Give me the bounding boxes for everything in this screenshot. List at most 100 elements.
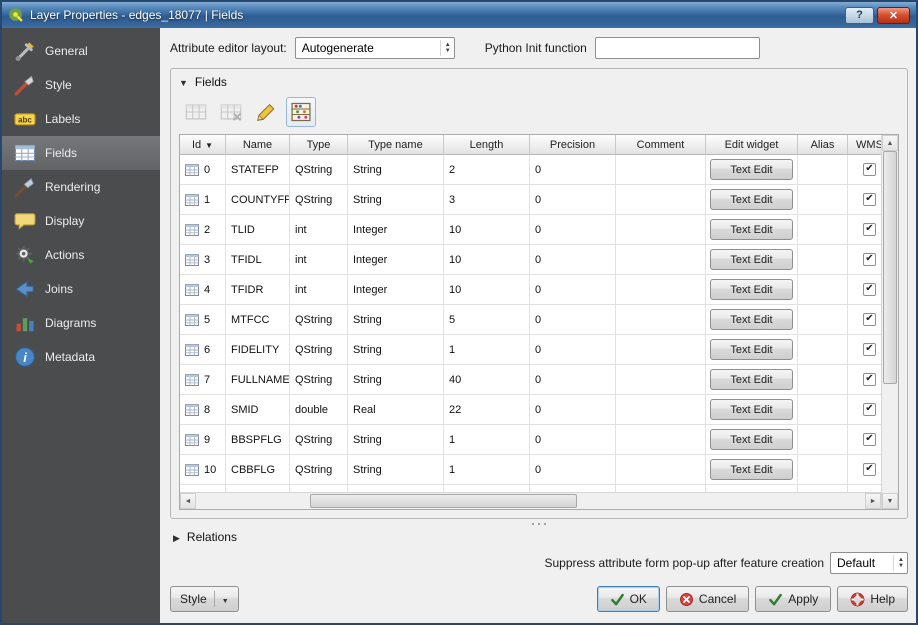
scroll-left-button[interactable]: [180, 493, 196, 509]
cancel-button[interactable]: Cancel: [666, 586, 749, 612]
sidebar-item-diagrams[interactable]: Diagrams: [2, 306, 160, 340]
vertical-scroll-thumb[interactable]: [883, 151, 897, 384]
wms-checkbox[interactable]: [863, 343, 876, 356]
sidebar-item-display[interactable]: Display: [2, 204, 160, 238]
wms-checkbox[interactable]: [863, 433, 876, 446]
help-button[interactable]: Help: [837, 586, 908, 612]
table-row-5[interactable]: 5MTFCCQStringString50Text Edit: [180, 305, 881, 335]
wms-checkbox[interactable]: [863, 283, 876, 296]
sort-descending-icon: [205, 139, 213, 151]
cell-alias: [798, 305, 848, 335]
scroll-right-button[interactable]: [865, 493, 881, 509]
cell-name: SMID: [226, 395, 290, 425]
apply-button[interactable]: Apply: [755, 586, 831, 612]
table-row-4[interactable]: 4TFIDRintInteger100Text Edit: [180, 275, 881, 305]
vertical-scroll-track[interactable]: [882, 151, 898, 493]
edit-widget-button[interactable]: Text Edit: [710, 279, 793, 300]
column-header-id[interactable]: Id: [180, 135, 226, 155]
edit-widget-button[interactable]: Text Edit: [710, 159, 793, 180]
cell-wms: [848, 305, 881, 335]
column-header-type-name[interactable]: Type name: [348, 135, 444, 155]
column-header-edit-widget[interactable]: Edit widget: [706, 135, 798, 155]
wms-checkbox[interactable]: [863, 313, 876, 326]
edit-widget-button[interactable]: Text Edit: [710, 369, 793, 390]
column-header-comment[interactable]: Comment: [616, 135, 706, 155]
cell-comment: [616, 215, 706, 245]
edit-widget-button[interactable]: Text Edit: [710, 339, 793, 360]
table-row-10[interactable]: 10CBBFLGQStringString10Text Edit: [180, 455, 881, 485]
edit-widget-button[interactable]: Text Edit: [710, 459, 793, 480]
cell-type: int: [290, 245, 348, 275]
table-row-2[interactable]: 2TLIDintInteger100Text Edit: [180, 215, 881, 245]
wms-checkbox[interactable]: [863, 463, 876, 476]
ok-button[interactable]: OK: [597, 586, 660, 612]
fields-table-body: 0STATEFPQStringString20Text Edit1COUNTYF…: [180, 155, 881, 492]
scroll-up-button[interactable]: [882, 135, 898, 151]
column-header-name[interactable]: Name: [226, 135, 290, 155]
suppress-select[interactable]: Default: [830, 552, 908, 574]
scroll-down-button[interactable]: [882, 493, 898, 509]
suppress-label: Suppress attribute form pop-up after fea…: [545, 556, 825, 570]
cell-id: 0: [180, 155, 226, 185]
sidebar-item-general[interactable]: General: [2, 34, 160, 68]
horizontal-scrollbar[interactable]: [180, 492, 881, 509]
edit-widget-button[interactable]: Text Edit: [710, 189, 793, 210]
button-separator: [214, 591, 215, 607]
sidebar-item-rendering[interactable]: Rendering: [2, 170, 160, 204]
cell-edit-widget: Text Edit: [706, 245, 798, 275]
cell-edit-widget: Text Edit: [706, 305, 798, 335]
wms-checkbox[interactable]: [863, 163, 876, 176]
sidebar-item-metadata[interactable]: iMetadata: [2, 340, 160, 374]
table-row-9[interactable]: 9BBSPFLGQStringString10Text Edit: [180, 425, 881, 455]
vertical-scrollbar[interactable]: [881, 135, 898, 509]
edit-widget-button[interactable]: Text Edit: [710, 429, 793, 450]
horizontal-scroll-track[interactable]: [196, 493, 865, 509]
cell-wms: [848, 215, 881, 245]
python-init-input[interactable]: [595, 37, 760, 59]
wms-checkbox[interactable]: [863, 403, 876, 416]
field-calculator-button[interactable]: [286, 97, 316, 127]
table-row-3[interactable]: 3TFIDLintInteger100Text Edit: [180, 245, 881, 275]
column-header-alias[interactable]: Alias: [798, 135, 848, 155]
column-header-type[interactable]: Type: [290, 135, 348, 155]
edit-widget-button[interactable]: Text Edit: [710, 249, 793, 270]
wms-checkbox[interactable]: [863, 223, 876, 236]
titlebar[interactable]: Layer Properties - edges_18077 | Fields …: [2, 2, 916, 28]
sidebar-item-style[interactable]: Style: [2, 68, 160, 102]
table-row-6[interactable]: 6FIDELITYQStringString10Text Edit: [180, 335, 881, 365]
apply-check-icon: [768, 592, 783, 607]
table-row-1[interactable]: 1COUNTYFPQStringString30Text Edit: [180, 185, 881, 215]
cell-alias: [798, 425, 848, 455]
style-button[interactable]: Style: [170, 586, 239, 612]
table-row-7[interactable]: 7FULLNAMEQStringString400Text Edit: [180, 365, 881, 395]
wms-checkbox[interactable]: [863, 193, 876, 206]
edit-widget-button[interactable]: Text Edit: [710, 219, 793, 240]
sidebar-item-labels[interactable]: abcLabels: [2, 102, 160, 136]
horizontal-scroll-thumb[interactable]: [310, 494, 578, 508]
sidebar-item-fields[interactable]: Fields: [2, 136, 160, 170]
column-header-wms[interactable]: WMS: [848, 135, 881, 155]
relations-section-header[interactable]: Relations: [170, 528, 908, 546]
new-column-button[interactable]: [181, 97, 211, 127]
splitter-handle[interactable]: [170, 519, 908, 528]
table-row-8[interactable]: 8SMIDdoubleReal220Text Edit: [180, 395, 881, 425]
cell-comment: [616, 395, 706, 425]
wms-checkbox[interactable]: [863, 373, 876, 386]
sidebar-item-joins[interactable]: Joins: [2, 272, 160, 306]
toggle-editing-button[interactable]: [251, 97, 281, 127]
cell-wms: [848, 155, 881, 185]
attribute-editor-layout-select[interactable]: Autogenerate: [295, 37, 455, 59]
sidebar-item-actions[interactable]: Actions: [2, 238, 160, 272]
window-help-button[interactable]: ?: [845, 7, 874, 24]
edit-widget-button[interactable]: Text Edit: [710, 309, 793, 330]
fields-section-header[interactable]: Fields: [179, 73, 899, 91]
edit-widget-button[interactable]: Text Edit: [710, 399, 793, 420]
column-header-precision[interactable]: Precision: [530, 135, 616, 155]
table-row-0[interactable]: 0STATEFPQStringString20Text Edit: [180, 155, 881, 185]
cell-type-name: Integer: [348, 275, 444, 305]
wms-checkbox[interactable]: [863, 253, 876, 266]
window-close-button[interactable]: ✕: [877, 7, 910, 24]
delete-column-button[interactable]: [216, 97, 246, 127]
cell-alias: [798, 215, 848, 245]
column-header-length[interactable]: Length: [444, 135, 530, 155]
